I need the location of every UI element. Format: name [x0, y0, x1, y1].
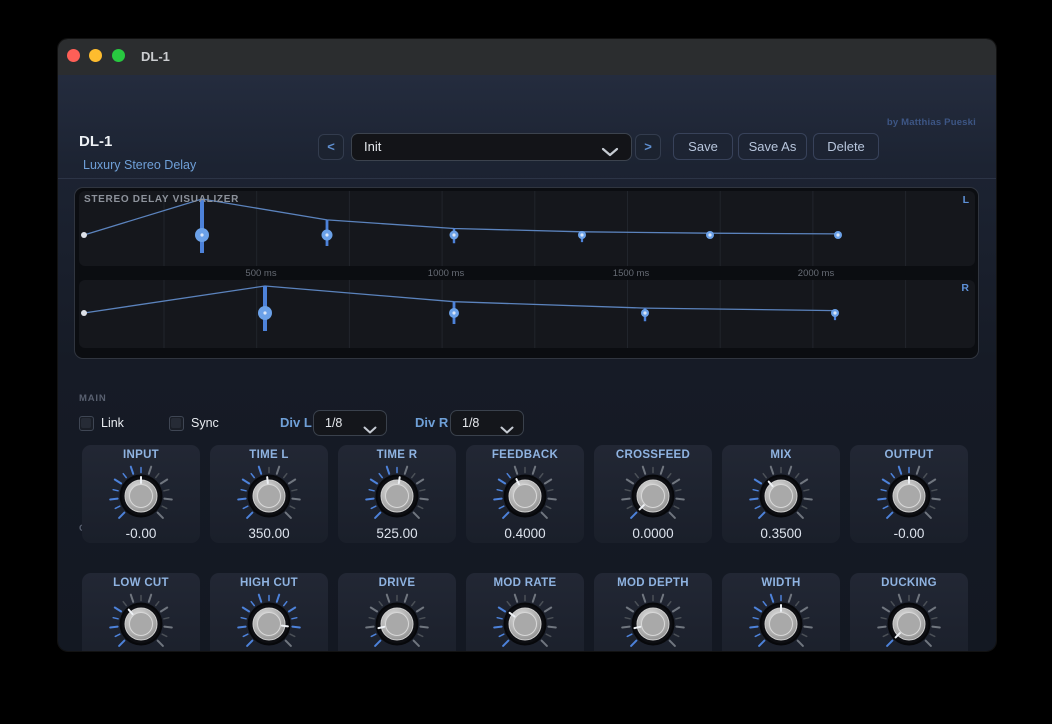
minimize-button[interactable] — [89, 49, 102, 62]
knob-cell-high-cut: HIGH CUT 10000 — [210, 573, 328, 652]
knob-cell-drive: DRIVE 0.1000 — [338, 573, 456, 652]
knob-cell-mod-rate: MOD RATE 0.300 — [466, 573, 584, 652]
knob-value[interactable]: 0.4000 — [466, 526, 584, 541]
knob-cell-feedback: FEEDBACK 0.4000 — [466, 445, 584, 543]
app-tagline: Luxury Stereo Delay — [83, 158, 196, 172]
knob-row-2: LOW CUT 80 HIGH CUT 10000 DRIVE 0.1000 M… — [58, 573, 996, 652]
mod-rate-knob[interactable] — [483, 582, 567, 652]
visualizer-title: STEREO DELAY VISUALIZER — [84, 194, 239, 205]
chevron-down-icon — [500, 421, 514, 439]
main-section-label: MAIN — [79, 393, 106, 404]
chevron-down-icon — [601, 144, 619, 162]
knob-cell-mod-depth: MOD DEPTH 0.1000 — [594, 573, 712, 652]
author-credit: by Matthias Pueski — [887, 117, 976, 128]
time-tick-label: 1500 ms — [613, 268, 649, 279]
preset-prev-button[interactable]: < — [318, 134, 344, 160]
low-cut-knob[interactable] — [99, 582, 183, 652]
preset-combobox[interactable]: Init — [351, 133, 632, 161]
right-channel-label: R — [961, 282, 969, 294]
screen: DL-1 by Matthias Pueski DL-1 Luxury Ster… — [0, 0, 1052, 724]
width-knob[interactable] — [739, 582, 823, 652]
knob-cell-crossfeed: CROSSFEED 0.0000 — [594, 445, 712, 543]
stereo-delay-visualizer-panel: STEREO DELAY VISUALIZER L 500 ms 1000 ms… — [74, 187, 979, 359]
titlebar: DL-1 — [58, 39, 996, 76]
time-tick-label: 1000 ms — [428, 268, 464, 279]
delete-button[interactable]: Delete — [813, 133, 879, 160]
header-divider — [58, 178, 996, 179]
time-axis: 500 ms 1000 ms 1500 ms 2000 ms — [79, 266, 975, 280]
knob-value[interactable]: 525.00 — [338, 526, 456, 541]
preset-next-button[interactable]: > — [635, 134, 661, 160]
high-cut-knob[interactable] — [227, 582, 311, 652]
knob-cell-mix: MIX 0.3500 — [722, 445, 840, 543]
knob-cell-input: INPUT -0.00 — [82, 445, 200, 543]
link-checkbox-fill — [81, 418, 91, 428]
ducking-knob[interactable] — [867, 582, 951, 652]
sync-label: Sync — [191, 416, 219, 431]
div-l-label: Div L — [280, 410, 312, 436]
knob-value[interactable]: 0.0000 — [594, 526, 712, 541]
knob-value[interactable]: -0.00 — [82, 526, 200, 541]
drive-knob[interactable] — [355, 582, 439, 652]
knob-value[interactable]: 0.3500 — [722, 526, 840, 541]
app-name: DL-1 — [79, 133, 112, 150]
knob-value[interactable]: -0.00 — [850, 526, 968, 541]
save-as-button[interactable]: Save As — [738, 133, 807, 160]
plugin-body: by Matthias Pueski DL-1 Luxury Stereo De… — [58, 75, 996, 651]
link-label: Link — [101, 416, 124, 431]
div-r-dropdown[interactable]: 1/8 — [450, 410, 524, 436]
knob-cell-ducking: DUCKING 0.0000 — [850, 573, 968, 652]
knob-cell-time-l: TIME L 350.00 — [210, 445, 328, 543]
div-r-value: 1/8 — [462, 416, 479, 430]
time-tick-label: 2000 ms — [798, 268, 834, 279]
preset-value: Init — [364, 139, 381, 154]
knob-cell-time-r: TIME R 525.00 — [338, 445, 456, 543]
save-button[interactable]: Save — [673, 133, 733, 160]
knob-cell-low-cut: LOW CUT 80 — [82, 573, 200, 652]
plugin-window: DL-1 by Matthias Pueski DL-1 Luxury Ster… — [57, 38, 997, 652]
knob-cell-width: WIDTH 1.0000 — [722, 573, 840, 652]
chevron-down-icon — [363, 421, 377, 439]
zoom-button[interactable] — [112, 49, 125, 62]
sync-checkbox-fill — [171, 418, 181, 428]
div-l-value: 1/8 — [325, 416, 342, 430]
knob-row-1: INPUT -0.00 TIME L 350.00 TIME R 525.00 … — [58, 445, 996, 543]
delay-lane-right[interactable] — [79, 280, 975, 348]
window-title: DL-1 — [141, 49, 170, 64]
mod-depth-knob[interactable] — [611, 582, 695, 652]
div-r-label: Div R — [415, 410, 448, 436]
div-l-dropdown[interactable]: 1/8 — [313, 410, 387, 436]
knob-value[interactable]: 350.00 — [210, 526, 328, 541]
left-channel-label: L — [963, 194, 969, 206]
sync-checkbox[interactable] — [169, 416, 184, 431]
close-button[interactable] — [67, 49, 80, 62]
time-tick-label: 500 ms — [245, 268, 276, 279]
link-checkbox[interactable] — [79, 416, 94, 431]
knob-cell-output: OUTPUT -0.00 — [850, 445, 968, 543]
